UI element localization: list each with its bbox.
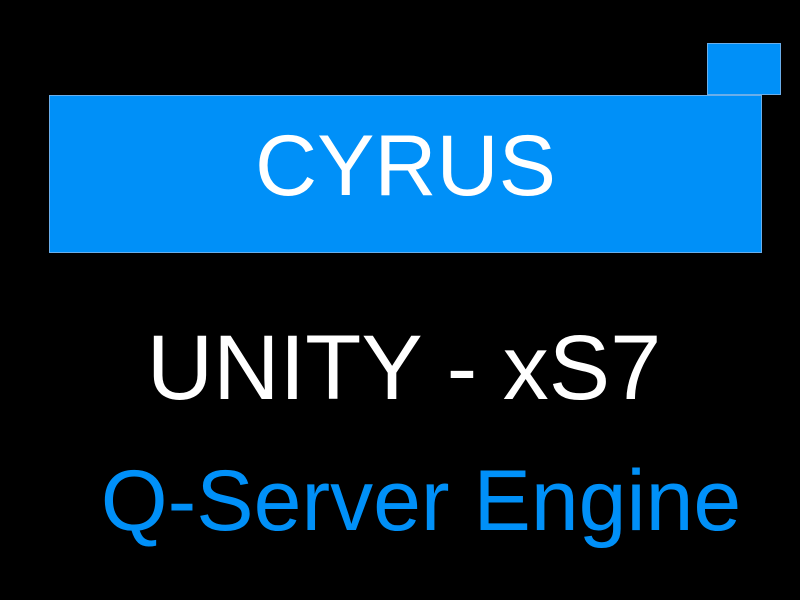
brand-banner: CYRUS xyxy=(49,95,762,253)
product-title: UNITY - xS7 xyxy=(146,317,662,419)
title-slide: CYRUS UNITY - xS7 Q-Server Engine xyxy=(0,0,800,600)
product-subtitle: Q-Server Engine xyxy=(100,453,742,549)
brand-label: CYRUS xyxy=(254,118,557,214)
